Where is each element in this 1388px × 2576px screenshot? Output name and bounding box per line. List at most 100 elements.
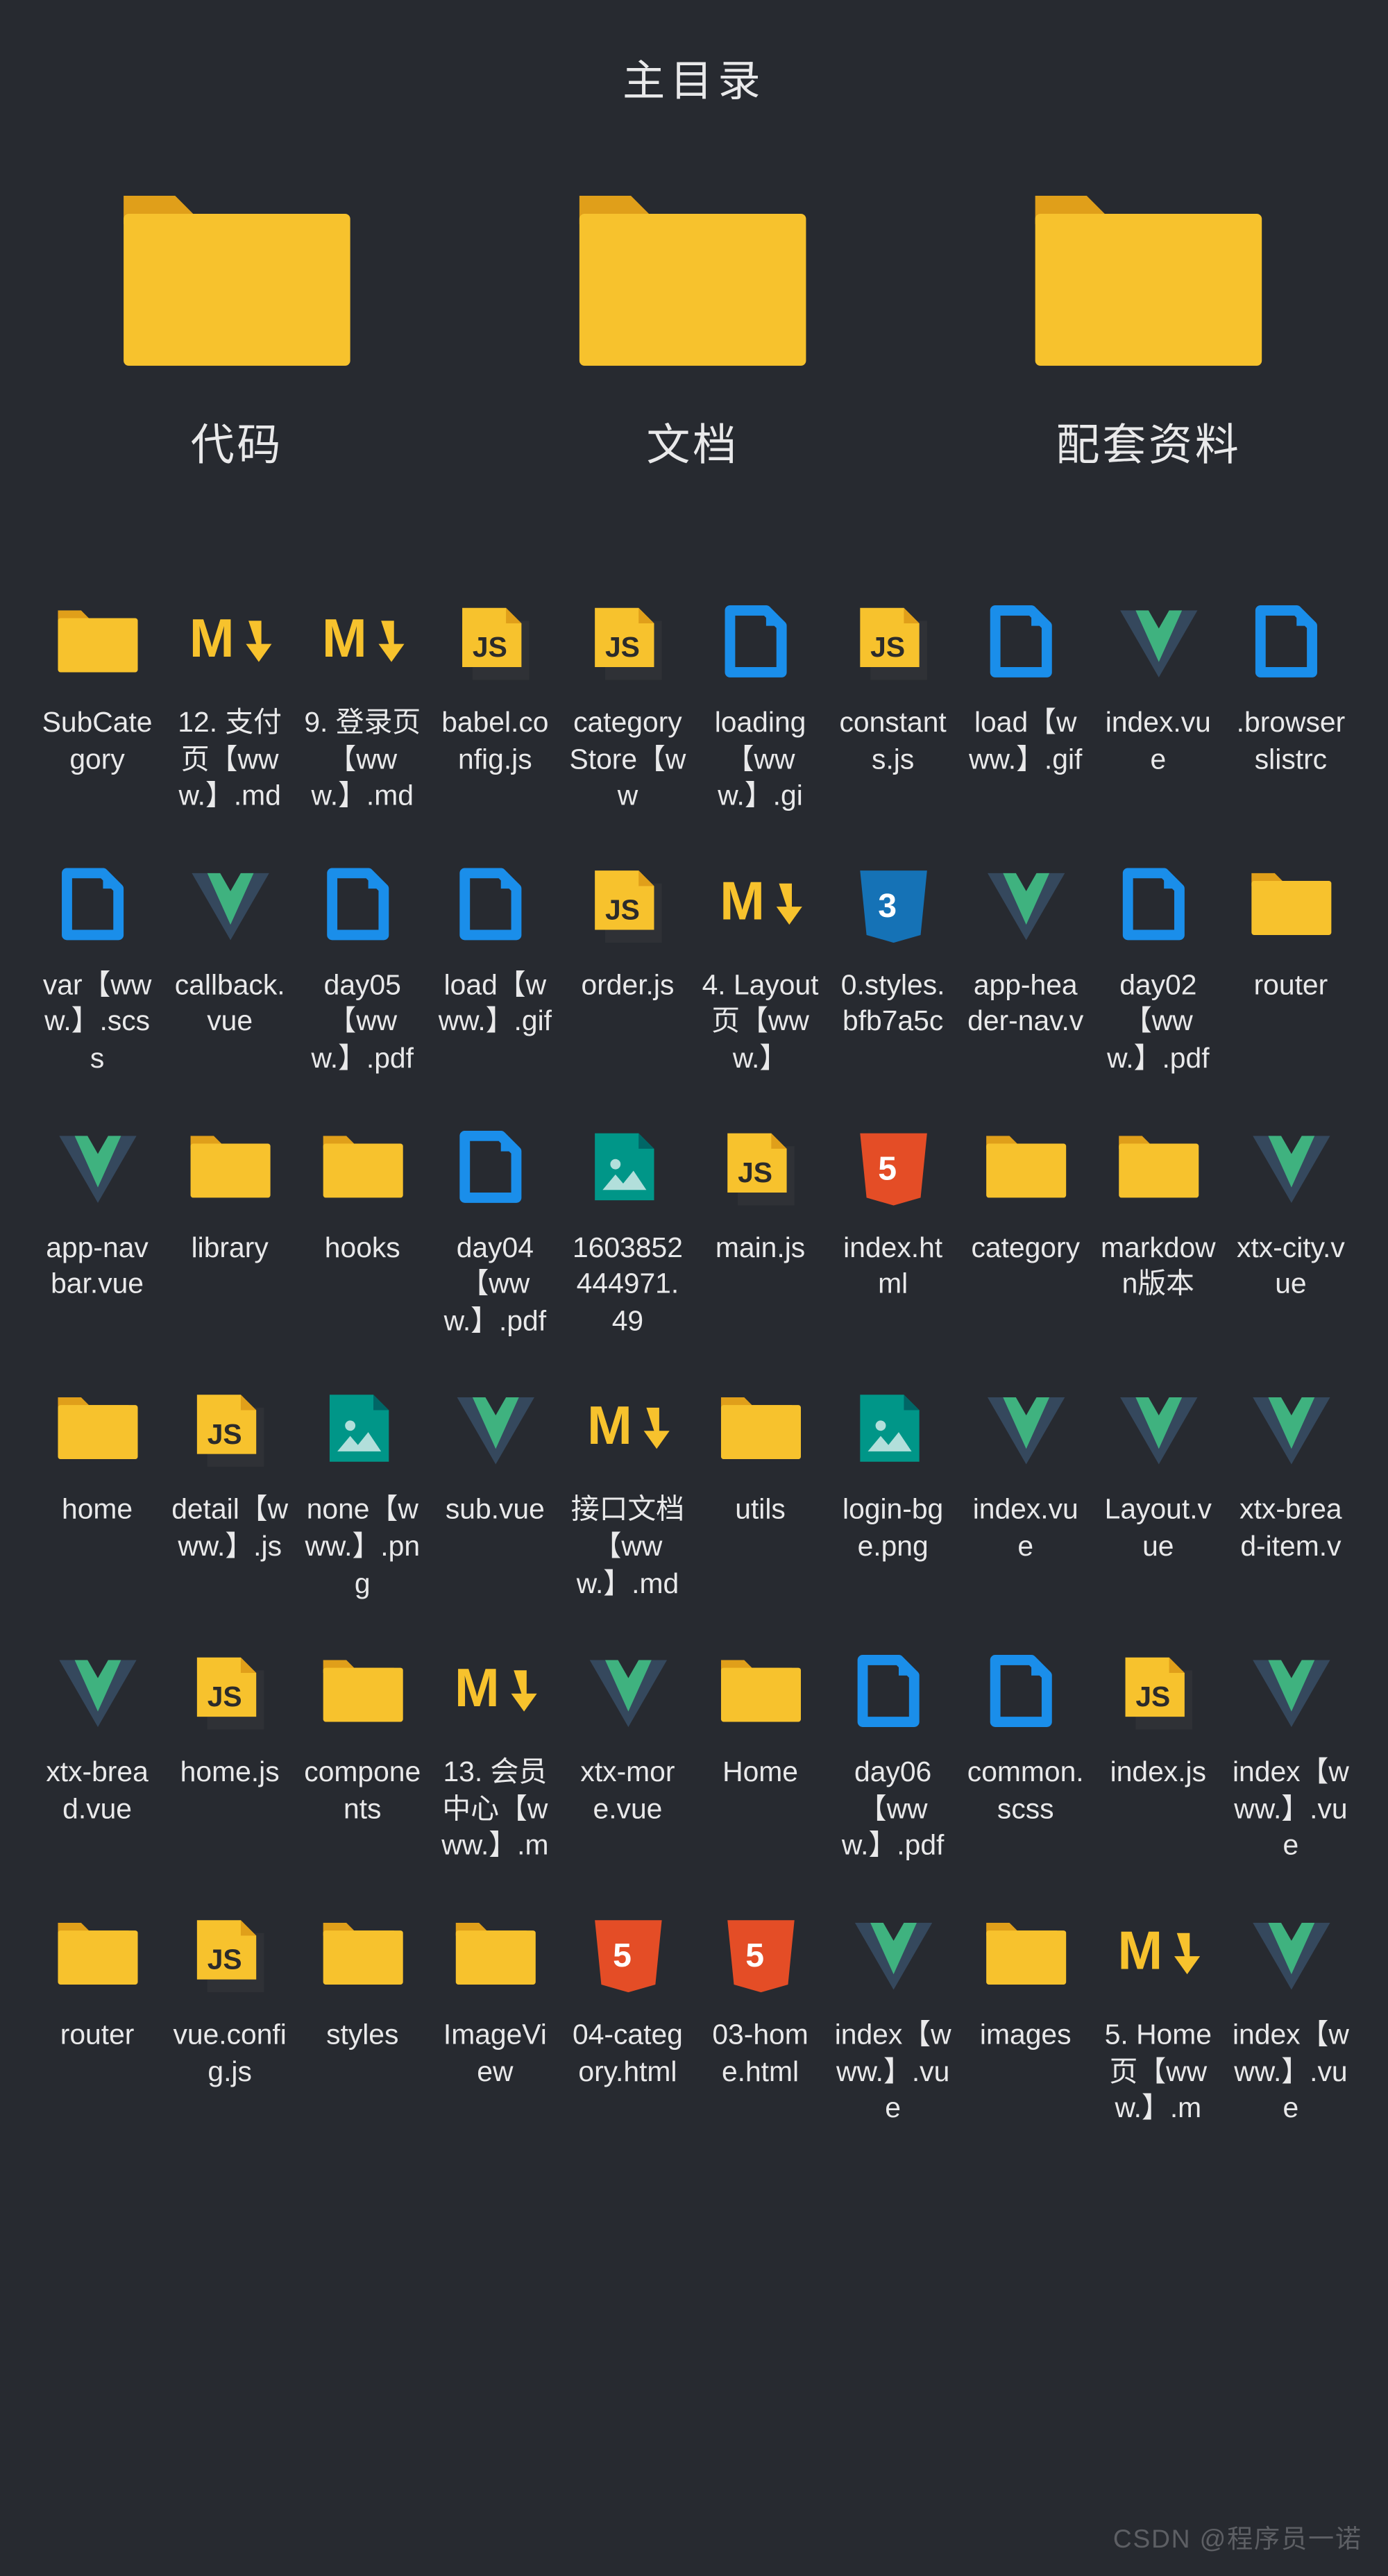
generic-file-icon — [702, 589, 819, 697]
file-item[interactable]: 13. 会员中心【www.】.m — [429, 1626, 561, 1878]
image-file-icon — [569, 1113, 686, 1222]
markdown-icon — [1099, 1901, 1217, 2009]
file-item[interactable]: 4. Layout页【www.】 — [694, 838, 827, 1090]
file-item[interactable]: index【www.】.vue — [1224, 1626, 1357, 1878]
file-item[interactable]: day02【www.】.pdf — [1092, 838, 1224, 1090]
file-item[interactable]: load【www.】.gif — [959, 575, 1092, 827]
file-item-label: login-bge.png — [834, 1492, 951, 1567]
file-item[interactable]: constants.js — [827, 575, 959, 827]
file-item-label: app-navbar.vue — [39, 1229, 156, 1304]
file-item[interactable]: load【www.】.gif — [429, 838, 561, 1090]
file-item[interactable]: callback.vue — [164, 838, 296, 1090]
file-item[interactable]: home — [31, 1363, 164, 1615]
file-item[interactable]: var【www.】.scss — [31, 838, 164, 1090]
file-item[interactable]: router — [31, 1888, 164, 2140]
file-item[interactable]: app-header-nav.v — [959, 838, 1092, 1090]
file-item-label: 5. Home页【www.】.m — [1099, 2017, 1217, 2127]
folder-icon — [1233, 851, 1350, 959]
file-item[interactable]: 1603852444971.49 — [561, 1100, 694, 1352]
file-item[interactable]: login-bge.png — [827, 1363, 959, 1615]
file-item-label: index【www.】.vue — [1233, 1754, 1350, 1864]
html5-icon — [834, 1113, 951, 1222]
file-item[interactable]: index.js — [1092, 1626, 1224, 1878]
file-item[interactable]: xtx-city.vue — [1224, 1100, 1357, 1352]
top-folder[interactable]: 文档 — [500, 185, 886, 473]
file-item[interactable]: 12. 支付页【www.】.md — [164, 575, 296, 827]
file-item-label: 1603852444971.49 — [569, 1229, 686, 1340]
file-item[interactable]: 0.styles.bfb7a5c — [827, 838, 959, 1090]
file-item[interactable]: vue.config.js — [164, 1888, 296, 2140]
file-item[interactable]: styles — [296, 1888, 429, 2140]
javascript-file-icon — [171, 1901, 289, 2009]
javascript-file-icon — [569, 589, 686, 697]
file-item[interactable]: library — [164, 1100, 296, 1352]
page-title: 主目录 — [31, 47, 1357, 108]
folder-icon — [171, 1113, 289, 1222]
file-item[interactable]: order.js — [561, 838, 694, 1090]
file-item[interactable]: loading【www.】.gi — [694, 575, 827, 827]
file-item[interactable]: 接口文档【www.】.md — [561, 1363, 694, 1615]
file-item[interactable]: day04【www.】.pdf — [429, 1100, 561, 1352]
file-item[interactable]: index【www.】.vue — [827, 1888, 959, 2140]
file-item-label: var【www.】.scss — [39, 967, 156, 1077]
file-item-label: babel.config.js — [437, 705, 554, 780]
file-item[interactable]: 03-home.html — [694, 1888, 827, 2140]
file-item-label: main.js — [716, 1229, 805, 1304]
file-item[interactable]: sub.vue — [429, 1363, 561, 1615]
file-item[interactable]: images — [959, 1888, 1092, 2140]
file-item[interactable]: hooks — [296, 1100, 429, 1352]
file-item[interactable]: common.scss — [959, 1626, 1092, 1878]
file-item[interactable]: babel.config.js — [429, 575, 561, 827]
file-item[interactable]: day05【www.】.pdf — [296, 838, 429, 1090]
file-item[interactable]: .browserslistrc — [1224, 575, 1357, 827]
file-item-label: constants.js — [834, 705, 951, 780]
file-item[interactable]: main.js — [694, 1100, 827, 1352]
top-folder-label: 配套资料 — [1056, 410, 1241, 473]
file-item[interactable]: ImageView — [429, 1888, 561, 2140]
top-folder[interactable]: 代码 — [44, 185, 430, 473]
vue-file-icon — [1233, 1113, 1350, 1222]
file-item[interactable]: index.html — [827, 1100, 959, 1352]
folder-icon — [1033, 185, 1264, 378]
file-item[interactable]: 5. Home页【www.】.m — [1092, 1888, 1224, 2140]
file-item[interactable]: app-navbar.vue — [31, 1100, 164, 1352]
file-item[interactable]: xtx-bread.vue — [31, 1626, 164, 1878]
vue-file-icon — [39, 1113, 156, 1222]
file-item[interactable]: categoryStore【ww — [561, 575, 694, 827]
generic-file-icon — [834, 1638, 951, 1746]
file-item[interactable]: home.js — [164, 1626, 296, 1878]
file-item-label: library — [192, 1229, 269, 1304]
file-item[interactable]: 04-category.html — [561, 1888, 694, 2140]
vue-file-icon — [1233, 1376, 1350, 1484]
file-item[interactable]: none【www.】.png — [296, 1363, 429, 1615]
file-item-label: xtx-city.vue — [1233, 1229, 1350, 1304]
file-item-label: sub.vue — [446, 1492, 545, 1567]
folder-icon — [967, 1113, 1084, 1222]
image-file-icon — [304, 1376, 421, 1484]
file-item[interactable]: SubCategory — [31, 575, 164, 827]
file-item[interactable]: xtx-more.vue — [561, 1626, 694, 1878]
file-item[interactable]: Layout.vue — [1092, 1363, 1224, 1615]
file-item-label: load【www.】.gif — [967, 705, 1084, 780]
file-item[interactable]: day06【www.】.pdf — [827, 1626, 959, 1878]
folder-icon — [967, 1901, 1084, 2009]
file-item-label: components — [304, 1754, 421, 1829]
file-item[interactable]: 9. 登录页【www.】.md — [296, 575, 429, 827]
markdown-icon — [171, 589, 289, 697]
file-item[interactable]: markdown版本 — [1092, 1100, 1224, 1352]
file-item[interactable]: components — [296, 1626, 429, 1878]
file-item[interactable]: router — [1224, 838, 1357, 1090]
file-item[interactable]: index.vue — [959, 1363, 1092, 1615]
file-item[interactable]: detail【www.】.js — [164, 1363, 296, 1615]
file-item[interactable]: utils — [694, 1363, 827, 1615]
file-item[interactable]: xtx-bread-item.v — [1224, 1363, 1357, 1615]
file-item-label: index【www.】.vue — [834, 2017, 951, 2127]
file-item-label: none【www.】.png — [304, 1492, 421, 1602]
file-item[interactable]: index【www.】.vue — [1224, 1888, 1357, 2140]
top-folder[interactable]: 配套资料 — [956, 185, 1342, 473]
file-item[interactable]: category — [959, 1100, 1092, 1352]
file-item-label: detail【www.】.js — [171, 1492, 289, 1567]
file-item[interactable]: Home — [694, 1626, 827, 1878]
file-item[interactable]: index.vue — [1092, 575, 1224, 827]
file-item-label: index.vue — [1099, 705, 1217, 780]
